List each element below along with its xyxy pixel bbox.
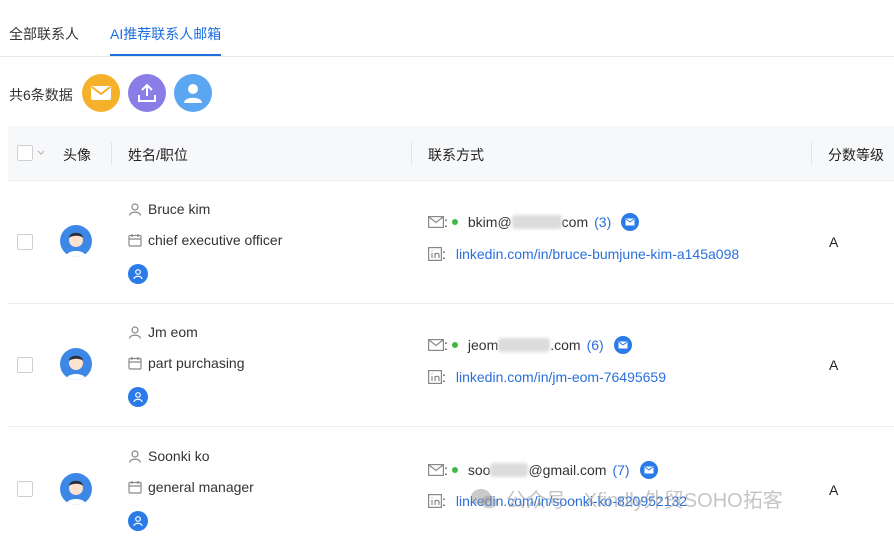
person-avatar-icon	[66, 232, 86, 257]
person-avatar-icon	[66, 355, 86, 380]
column-name-title: 姓名/职位	[128, 147, 188, 163]
verified-dot	[451, 219, 458, 225]
person-icon	[128, 450, 142, 463]
avatar	[60, 225, 92, 257]
column-contact: 联系方式	[428, 147, 484, 163]
upload-icon	[138, 83, 156, 102]
profile-badge-button[interactable]	[128, 511, 148, 531]
column-divider	[111, 142, 112, 164]
email-suffix: @gmail.com	[528, 462, 607, 478]
email-prefix: jeom	[467, 337, 499, 353]
redacted-email	[490, 463, 529, 477]
watermark-text: 公众号 · Xfindly外贸SOHO拓客	[506, 490, 783, 512]
redacted-email	[511, 215, 562, 229]
envelope-icon	[428, 216, 444, 228]
email-prefix: bkim@	[467, 214, 512, 230]
contact-title: general manager	[148, 479, 254, 495]
column-divider	[411, 142, 412, 164]
contact-button[interactable]	[174, 74, 212, 112]
send-email-button[interactable]	[621, 213, 640, 231]
grade: A	[829, 482, 839, 498]
person-icon	[128, 326, 142, 339]
column-divider	[811, 142, 812, 164]
record-count: 共6条数据	[9, 87, 73, 103]
contact-title: part purchasing	[148, 355, 245, 371]
row-checkbox[interactable]	[17, 357, 33, 373]
user-icon	[184, 84, 202, 103]
mail-icon	[91, 86, 111, 100]
email-suffix: com	[561, 214, 589, 230]
column-avatar: 头像	[63, 147, 91, 163]
send-email-button[interactable]	[639, 461, 658, 479]
calendar-icon	[128, 357, 142, 370]
email-count[interactable]: (3)	[594, 214, 611, 230]
chevron-down-icon[interactable]	[37, 150, 45, 156]
calendar-icon	[128, 481, 142, 494]
contact-title: chief executive officer	[148, 232, 283, 248]
person-icon	[133, 269, 143, 280]
linkedin-icon	[428, 494, 442, 508]
avatar	[60, 473, 92, 505]
profile-badge-button[interactable]	[128, 387, 148, 407]
contact-name: Jm eom	[148, 324, 198, 340]
export-button[interactable]	[128, 74, 166, 112]
active-tab-indicator	[110, 54, 221, 56]
email-count[interactable]: (6)	[587, 337, 604, 353]
linkedin-icon	[428, 247, 442, 261]
table-row: Jm eom part purchasing : jeom .com (6):…	[8, 304, 894, 427]
tab-bar: 全部联系人 AI推荐联系人邮箱	[0, 0, 894, 57]
grade: A	[829, 234, 839, 250]
contact-name: Bruce kim	[148, 201, 211, 217]
person-icon	[128, 203, 142, 216]
grade: A	[829, 357, 839, 373]
wechat-icon	[471, 488, 497, 508]
verified-dot	[451, 467, 458, 473]
calendar-icon	[128, 234, 142, 247]
linkedin-link[interactable]: linkedin.com/in/jm-eom-76495659	[456, 369, 666, 385]
mail-icon	[618, 341, 628, 349]
email-prefix: soo	[467, 462, 491, 478]
redacted-email	[498, 338, 551, 352]
column-grade: 分数等级	[828, 147, 884, 163]
tab-ai-recommended[interactable]: AI推荐联系人邮箱	[110, 24, 221, 44]
row-checkbox[interactable]	[17, 481, 33, 497]
contact-name: Soonki ko	[148, 448, 210, 464]
toolbar: 共6条数据	[0, 72, 894, 114]
person-avatar-icon	[66, 480, 86, 505]
tab-all-contacts[interactable]: 全部联系人	[9, 24, 79, 44]
linkedin-icon	[428, 370, 442, 384]
person-icon	[133, 392, 143, 403]
table-row: Bruce kim chief executive officer : bkim…	[8, 181, 894, 304]
table-header: 头像 姓名/职位 联系方式 分数等级	[8, 126, 894, 181]
avatar	[60, 348, 92, 380]
envelope-icon	[428, 464, 444, 476]
send-email-button[interactable]	[613, 336, 632, 354]
mail-icon	[625, 218, 635, 226]
verified-dot	[451, 342, 458, 348]
select-all-checkbox[interactable]	[17, 145, 33, 161]
send-mail-button[interactable]	[82, 74, 120, 112]
linkedin-link[interactable]: linkedin.com/in/bruce-bumjune-kim-a145a0…	[456, 246, 739, 262]
mail-icon	[644, 466, 654, 474]
email-suffix: .com	[550, 337, 581, 353]
person-icon	[133, 516, 143, 527]
profile-badge-button[interactable]	[128, 264, 148, 284]
row-checkbox[interactable]	[17, 234, 33, 250]
envelope-icon	[428, 339, 444, 351]
watermark: 公众号 · Xfindly外贸SOHO拓客	[470, 484, 783, 513]
email-count[interactable]: (7)	[612, 462, 629, 478]
